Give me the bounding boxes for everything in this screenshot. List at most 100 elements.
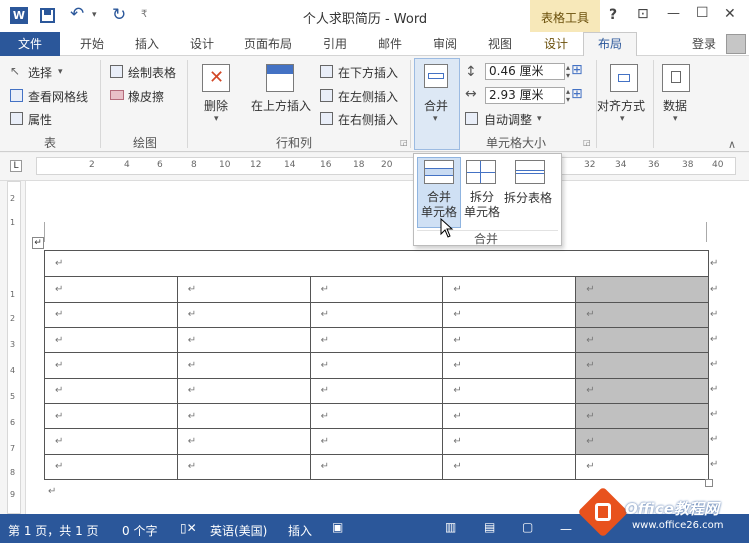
zoom-out-button[interactable]: — bbox=[560, 522, 572, 536]
select-dropdown-icon[interactable]: ▾ bbox=[58, 67, 63, 77]
table-cell[interactable]: ↵ bbox=[176, 377, 311, 404]
select-icon[interactable]: ↖ bbox=[10, 64, 20, 78]
tab-layout[interactable]: 布局 bbox=[598, 32, 622, 56]
table-cell[interactable]: ↵ bbox=[176, 352, 311, 379]
ribbon-display-icon[interactable]: ⊡ bbox=[637, 6, 649, 22]
tab-view[interactable]: 视图 bbox=[488, 32, 512, 56]
table-cell[interactable]: ↵ bbox=[442, 352, 577, 379]
tab-mailings[interactable]: 邮件 bbox=[378, 32, 402, 56]
tab-home[interactable]: 开始 bbox=[80, 32, 104, 56]
table-cell[interactable]: ↵ bbox=[309, 377, 444, 404]
table-cell[interactable]: ↵ bbox=[44, 326, 178, 354]
table-cell-selected[interactable]: ↵ bbox=[575, 326, 709, 354]
language[interactable]: 英语(美国) bbox=[210, 522, 267, 539]
maximize-icon[interactable]: ☐ bbox=[696, 5, 709, 21]
redo-icon[interactable]: ↻ bbox=[112, 5, 126, 25]
table-cell[interactable]: ↵ bbox=[575, 453, 709, 481]
delete-button[interactable]: 删除 bbox=[204, 97, 228, 114]
data-dropdown-icon[interactable]: ▾ bbox=[673, 114, 678, 124]
table-cell[interactable]: ↵ bbox=[442, 301, 577, 329]
signin-link[interactable]: 登录 bbox=[692, 32, 716, 56]
table-cell[interactable]: ↵ bbox=[442, 377, 577, 404]
table-cell[interactable]: ↵ bbox=[44, 276, 178, 303]
table-cell[interactable]: ↵ bbox=[176, 276, 311, 303]
avatar[interactable] bbox=[726, 34, 746, 54]
table-cell[interactable]: ↵ bbox=[309, 453, 444, 481]
autofit-dropdown-icon[interactable]: ▾ bbox=[537, 114, 542, 124]
insert-mode[interactable]: 插入 bbox=[288, 522, 312, 539]
undo-icon[interactable]: ↶ bbox=[70, 4, 84, 24]
properties-button[interactable]: 属性 bbox=[28, 111, 52, 128]
table-cell[interactable]: ↵ bbox=[44, 352, 178, 379]
tab-file[interactable]: 文件 bbox=[0, 32, 60, 56]
minimize-icon[interactable]: — bbox=[667, 6, 680, 21]
table-cell[interactable]: ↵ bbox=[176, 402, 311, 430]
table-resize-handle[interactable] bbox=[705, 479, 713, 487]
close-icon[interactable]: ✕ bbox=[724, 6, 736, 22]
save-icon[interactable] bbox=[40, 8, 55, 23]
table-cell[interactable]: ↵ bbox=[309, 326, 444, 354]
table-cell[interactable]: ↵ bbox=[309, 276, 444, 303]
table-cell-selected[interactable]: ↵ bbox=[575, 377, 709, 404]
table-cell[interactable]: ↵ bbox=[44, 453, 178, 481]
ruler-tab-selector[interactable]: L bbox=[10, 160, 22, 172]
autofit-button[interactable]: 自动调整 bbox=[484, 111, 532, 128]
tab-insert[interactable]: 插入 bbox=[135, 32, 159, 56]
table-cell[interactable]: ↵ bbox=[44, 249, 709, 278]
insert-below-button[interactable]: 在下方插入 bbox=[338, 64, 398, 81]
tab-review[interactable]: 审阅 bbox=[433, 32, 457, 56]
help-icon[interactable]: ? bbox=[609, 7, 617, 23]
table-cell[interactable]: ↵ bbox=[442, 402, 577, 430]
tab-page-layout[interactable]: 页面布局 bbox=[244, 32, 292, 56]
merge-button[interactable]: 合并 bbox=[424, 97, 448, 114]
read-mode-icon[interactable]: ▥ bbox=[445, 520, 456, 534]
row-height-spinner-icon[interactable]: ▴ ▾ bbox=[566, 64, 570, 80]
table-cell-selected[interactable]: ↵ bbox=[575, 428, 709, 455]
draw-table-button[interactable]: 绘制表格 bbox=[128, 64, 176, 81]
data-button[interactable]: 数据 bbox=[663, 97, 687, 114]
table-cell-selected[interactable]: ↵ bbox=[575, 301, 709, 329]
table-cell[interactable]: ↵ bbox=[309, 428, 444, 455]
page-count[interactable]: 第 1 页，共 1 页 bbox=[8, 522, 99, 539]
table-cell[interactable]: ↵ bbox=[44, 377, 178, 404]
table-cell[interactable]: ↵ bbox=[442, 428, 577, 455]
tab-design[interactable]: 设计 bbox=[190, 32, 214, 56]
table-cell[interactable]: ↵ bbox=[176, 326, 311, 354]
column-width-input[interactable]: 2.93 厘米 bbox=[485, 87, 565, 104]
table-cell[interactable]: ↵ bbox=[44, 428, 178, 455]
alignment-dropdown-icon[interactable]: ▾ bbox=[620, 114, 625, 124]
table-cell[interactable]: ↵ bbox=[309, 402, 444, 430]
table-cell[interactable]: ↵ bbox=[44, 301, 178, 329]
collapse-ribbon-icon[interactable]: ∧ bbox=[728, 138, 736, 151]
select-button[interactable]: 选择 bbox=[28, 64, 52, 81]
split-cells-button[interactable]: 拆分 单元格 bbox=[460, 190, 504, 220]
table-move-handle-icon[interactable]: ↵ bbox=[32, 237, 44, 249]
distribute-rows-icon[interactable]: ⊞ bbox=[571, 62, 583, 78]
proofing-icon[interactable]: ▯✕ bbox=[180, 521, 197, 535]
table-cell-selected[interactable]: ↵ bbox=[575, 402, 709, 430]
eraser-button[interactable]: 橡皮擦 bbox=[128, 88, 164, 105]
table-cell[interactable]: ↵ bbox=[176, 428, 311, 455]
table-cell[interactable]: ↵ bbox=[442, 276, 577, 303]
table-cell-selected[interactable]: ↵ bbox=[575, 352, 709, 379]
merge-cells-button[interactable]: 合并 单元格 bbox=[417, 190, 461, 220]
table-cell[interactable]: ↵ bbox=[44, 402, 178, 430]
customize-qat-icon[interactable]: ₹ bbox=[141, 9, 147, 20]
delete-dropdown-icon[interactable]: ▾ bbox=[214, 114, 219, 124]
table-cell-selected[interactable]: ↵ bbox=[575, 276, 709, 303]
cell-size-launcher-icon[interactable]: ◲ bbox=[583, 138, 591, 147]
undo-dropdown-icon[interactable]: ▾ bbox=[92, 10, 97, 20]
resume-table[interactable]: ↵ ↵ ↵ ↵ ↵ ↵ ↵ ↵ ↵ ↵ ↵ ↵ ↵ ↵ ↵ ↵ ↵ ↵ ↵ ↵ ↵ ↵ ↵ ↵ ↵ ↵ ↵ ↵ ↵ ↵ ↵ ↵ ↵… bbox=[44, 249, 709, 481]
table-cell[interactable]: ↵ bbox=[309, 301, 444, 329]
distribute-columns-icon[interactable]: ⊞ bbox=[571, 86, 583, 102]
word-app-icon[interactable]: W bbox=[10, 7, 28, 24]
table-cell[interactable]: ↵ bbox=[442, 453, 577, 481]
merge-dropdown-icon[interactable]: ▾ bbox=[433, 114, 438, 124]
view-gridlines-button[interactable]: 查看网格线 bbox=[28, 88, 88, 105]
insert-left-button[interactable]: 在左侧插入 bbox=[338, 88, 398, 105]
split-table-button[interactable]: 拆分表格 bbox=[504, 191, 552, 206]
macro-record-icon[interactable]: ▣ bbox=[332, 520, 343, 534]
alignment-button[interactable]: 对齐方式 bbox=[597, 97, 645, 114]
insert-right-button[interactable]: 在右侧插入 bbox=[338, 111, 398, 128]
table-cell[interactable]: ↵ bbox=[442, 326, 577, 354]
